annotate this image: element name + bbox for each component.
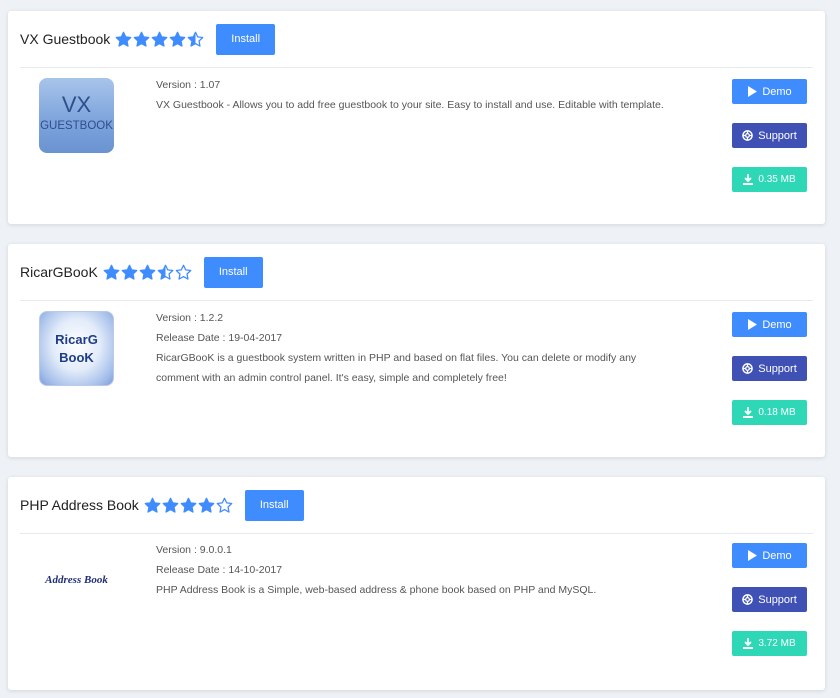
app-description: VX Guestbook - Allows you to add free gu… (156, 99, 664, 111)
demo-label: Demo (762, 549, 792, 562)
logo-text-line1: Address Book (45, 574, 108, 586)
app-title: PHP Address Book (20, 497, 139, 513)
star-filled-icon (133, 31, 150, 47)
rating-stars (103, 264, 193, 281)
play-icon (748, 319, 758, 330)
support-label: Support (758, 129, 797, 142)
download-button[interactable]: 0.35 MB (732, 167, 807, 192)
file-size: 3.72 MB (758, 638, 796, 649)
demo-label: Demo (762, 85, 792, 98)
star-half-icon (187, 31, 204, 47)
star-filled-icon (198, 497, 215, 513)
app-info: Version : 1.07 VX Guestbook - Allows you… (156, 75, 676, 115)
file-size: 0.18 MB (758, 407, 796, 418)
file-size: 0.35 MB (758, 174, 796, 185)
star-empty-icon (216, 497, 233, 513)
app-description: PHP Address Book is a Simple, web-based … (156, 584, 597, 596)
app-release-date: Release Date : 19-04-2017 (156, 332, 283, 344)
star-filled-icon (180, 497, 197, 513)
lifebuoy-icon (742, 130, 754, 141)
download-button[interactable]: 3.72 MB (732, 631, 807, 656)
app-logo: Address Book (39, 543, 114, 618)
play-icon (748, 86, 758, 97)
app-logo: RicarG BooK (39, 311, 114, 386)
app-info: Version : 9.0.0.1 Release Date : 14-10-2… (156, 540, 676, 600)
rating-stars (144, 497, 234, 514)
star-empty-icon (175, 264, 192, 280)
install-button[interactable]: Install (244, 489, 304, 521)
card-header: RicarGBooK Install (20, 244, 813, 301)
support-label: Support (758, 593, 797, 606)
demo-button[interactable]: Demo (732, 543, 807, 568)
demo-button[interactable]: Demo (732, 79, 807, 104)
star-filled-icon (144, 497, 161, 513)
support-button[interactable]: Support (732, 123, 807, 148)
star-filled-icon (103, 264, 120, 280)
app-title: RicarGBooK (20, 264, 98, 280)
support-button[interactable]: Support (732, 587, 807, 612)
app-release-date: Release Date : 14-10-2017 (156, 564, 283, 576)
demo-button[interactable]: Demo (732, 312, 807, 337)
app-version: Version : 1.07 (156, 79, 221, 91)
card-header: PHP Address Book Install (20, 477, 813, 534)
app-logo: VX GUESTBOOK (39, 78, 114, 153)
star-filled-icon (139, 264, 156, 280)
star-filled-icon (169, 31, 186, 47)
download-icon (743, 638, 754, 649)
star-filled-icon (162, 497, 179, 513)
star-filled-icon (151, 31, 168, 47)
star-half-icon (157, 264, 174, 280)
logo-text-line1: RicarG (55, 332, 98, 347)
star-filled-icon (115, 31, 132, 47)
support-button[interactable]: Support (732, 356, 807, 381)
play-icon (748, 550, 758, 561)
app-info: Version : 1.2.2 Release Date : 19-04-201… (156, 308, 676, 388)
install-button[interactable]: Install (216, 23, 276, 55)
card-header: VX Guestbook Install (20, 11, 813, 68)
logo-text-line2: BooK (59, 350, 94, 365)
logo-text-line1: VX (61, 92, 92, 117)
app-card: PHP Address Book Install Address Book Ve… (8, 477, 825, 690)
logo-text-line2: GUESTBOOK (40, 120, 113, 132)
lifebuoy-icon (742, 594, 754, 605)
app-card: VX Guestbook Install VX GUESTBOOK Versio… (8, 11, 825, 224)
rating-stars (115, 31, 205, 48)
support-label: Support (758, 362, 797, 375)
download-button[interactable]: 0.18 MB (732, 400, 807, 425)
download-icon (743, 407, 754, 418)
app-version: Version : 9.0.0.1 (156, 544, 232, 556)
star-filled-icon (121, 264, 138, 280)
install-button[interactable]: Install (203, 256, 263, 288)
app-version: Version : 1.2.2 (156, 312, 224, 324)
app-title: VX Guestbook (20, 31, 111, 47)
app-card: RicarGBooK Install RicarG BooK Version :… (8, 244, 825, 457)
demo-label: Demo (762, 318, 792, 331)
lifebuoy-icon (742, 363, 754, 374)
download-icon (743, 174, 754, 185)
app-description: RicarGBooK is a guestbook system written… (156, 352, 637, 384)
